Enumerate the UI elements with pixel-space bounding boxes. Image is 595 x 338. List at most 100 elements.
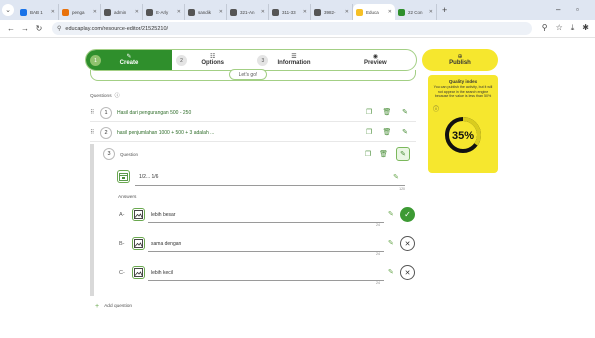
step-label: Information	[277, 60, 311, 66]
pencil-icon[interactable]: ✎	[388, 268, 394, 276]
step-label: Create	[119, 60, 139, 66]
answer-input[interactable]: lebih besar	[151, 212, 175, 218]
browser-tab[interactable]: Educa ✕	[353, 4, 395, 20]
step-number: 3	[257, 55, 269, 66]
browser-tab[interactable]: BAB 1 ✕	[17, 4, 59, 20]
tab-close-icon[interactable]: ✕	[388, 9, 392, 15]
tab-label: 321-An	[240, 9, 255, 15]
new-tab-icon[interactable]: +	[442, 5, 447, 15]
browser-tab[interactable]: 321-An ✕	[227, 4, 269, 20]
input-underline	[148, 251, 384, 252]
browser-tab[interactable]: E-Arly ✕	[143, 4, 185, 20]
trash-icon[interactable]: 🗑︎	[382, 128, 392, 136]
url-input[interactable]: ⚲ educaplay.com/resource-editor/21525210…	[52, 22, 532, 35]
drag-handle-icon[interactable]: ⠿	[90, 129, 100, 136]
image-upload-icon[interactable]	[132, 237, 145, 250]
back-icon[interactable]: ←	[4, 24, 18, 33]
info-icon[interactable]: ⓘ	[433, 104, 439, 113]
pencil-icon[interactable]: ✎	[393, 173, 399, 181]
editor-stepper: 1 ✎ Create 2 ☷ Options 3 ☰ Information ◉…	[85, 49, 417, 71]
answer-row: C- lebih kecil 24 ✎ ✕	[119, 265, 415, 285]
question-input[interactable]: 1/2... 1/6	[139, 174, 158, 180]
browser-tab[interactable]: penga ✕	[59, 4, 101, 20]
row-actions: ❐ 🗑︎ ✎	[364, 128, 410, 136]
question-row[interactable]: ⠿ 1 Hasil dari pengurangan 500 - 250 ❐ 🗑…	[90, 104, 416, 122]
tab-close-icon[interactable]: ✕	[261, 9, 265, 15]
question-number: 2	[100, 126, 112, 139]
pencil-icon[interactable]: ✎	[388, 210, 394, 218]
input-underline	[148, 280, 384, 281]
browser-tab[interactable]: admin ✕	[101, 4, 143, 20]
browser-tab[interactable]: 3982- ✕	[311, 4, 353, 20]
char-counter: 24	[376, 281, 380, 285]
bookmark-star-icon[interactable]: ☆	[556, 23, 563, 33]
drag-handle-icon[interactable]: ⠿	[90, 109, 100, 116]
image-icon	[134, 268, 143, 277]
incorrect-x-icon[interactable]: ✕	[400, 236, 415, 251]
duplicate-icon[interactable]: ❐	[365, 150, 371, 158]
step-create[interactable]: 1 ✎ Create	[86, 50, 172, 70]
forward-icon[interactable]: →	[18, 24, 32, 33]
tab-close-icon[interactable]: ✕	[219, 9, 223, 15]
media-calendar-icon[interactable]	[117, 170, 130, 183]
answer-row: B- sama dengan 24 ✎ ✕	[119, 236, 415, 256]
add-question-button[interactable]: + Add question	[95, 303, 132, 310]
tab-close-icon[interactable]: ✕	[345, 9, 349, 15]
answer-input[interactable]: lebih kecil	[151, 270, 173, 276]
question-input-row: 1/2... 1/6 120 ✎	[117, 170, 405, 191]
trash-icon[interactable]: 🗑︎	[382, 108, 392, 116]
info-icon[interactable]: ⓘ	[115, 93, 120, 99]
pencil-icon[interactable]: ✎	[400, 108, 410, 116]
input-underline	[135, 185, 405, 186]
tab-label: sandik	[198, 9, 212, 15]
zoom-icon[interactable]: ⚲	[542, 23, 548, 33]
pencil-icon[interactable]: ✎	[396, 147, 410, 161]
duplicate-icon[interactable]: ❐	[364, 108, 374, 116]
minimize-icon[interactable]: –	[556, 5, 560, 14]
answer-input[interactable]: sama dengan	[151, 241, 181, 247]
tab-favicon-icon	[272, 8, 279, 16]
tab-close-icon[interactable]: ✕	[303, 9, 307, 15]
question-number: 1	[100, 106, 112, 119]
reload-icon[interactable]: ↻	[32, 24, 46, 33]
image-upload-icon[interactable]	[132, 208, 145, 221]
maximize-icon[interactable]: ▫	[576, 5, 579, 14]
extension-icon[interactable]: ✱	[582, 23, 589, 33]
tab-label: 3982-	[324, 9, 336, 15]
image-upload-icon[interactable]	[132, 266, 145, 279]
tab-favicon-icon	[398, 8, 405, 16]
correct-check-icon[interactable]: ✓	[400, 207, 415, 222]
step-information[interactable]: 3 ☰ Information	[253, 50, 334, 70]
step-number: 2	[176, 55, 187, 66]
publish-button[interactable]: ⊕ Publish	[422, 49, 498, 71]
download-icon[interactable]: ⤓	[571, 23, 575, 33]
tab-favicon-icon	[230, 8, 237, 16]
browser-tab[interactable]: 311-33 ✕	[269, 4, 311, 20]
tab-close-icon[interactable]: ✕	[429, 9, 433, 15]
tab-close-icon[interactable]: ✕	[177, 9, 181, 15]
letsgo-button[interactable]: Let's go!	[229, 69, 267, 80]
site-info-icon[interactable]: ⚲	[57, 25, 61, 32]
incorrect-x-icon[interactable]: ✕	[400, 265, 415, 280]
row-actions: ❐ 🗑︎ ✎	[364, 108, 410, 116]
question-row[interactable]: ⠿ 2 hasil penjumlahan 1000 + 500 + 3 ada…	[90, 124, 416, 142]
questions-title: Questions	[90, 94, 112, 99]
pencil-icon[interactable]: ✎	[388, 239, 394, 247]
pencil-icon[interactable]: ✎	[400, 128, 410, 136]
answers-label: Answers	[118, 195, 137, 200]
tab-search-icon[interactable]: ⌄	[2, 4, 14, 16]
browser-tab[interactable]: 22 Con ✕	[395, 4, 437, 20]
duplicate-icon[interactable]: ❐	[364, 128, 374, 136]
tab-label: BAB 1	[30, 9, 43, 15]
answer-letter: A-	[119, 212, 125, 218]
trash-icon[interactable]: 🗑︎	[379, 150, 388, 158]
browser-tab[interactable]: sandik ✕	[185, 4, 227, 20]
tab-label: 22 Con	[408, 9, 423, 15]
tab-close-icon[interactable]: ✕	[51, 9, 55, 15]
step-options[interactable]: 2 ☷ Options	[172, 50, 253, 70]
tab-close-icon[interactable]: ✕	[93, 9, 97, 15]
step-preview[interactable]: ◉ Preview	[335, 50, 416, 70]
tab-close-icon[interactable]: ✕	[135, 9, 139, 15]
quality-percent: 35%	[452, 130, 474, 142]
address-bar: ← → ↻ ⚲ educaplay.com/resource-editor/21…	[0, 20, 595, 38]
